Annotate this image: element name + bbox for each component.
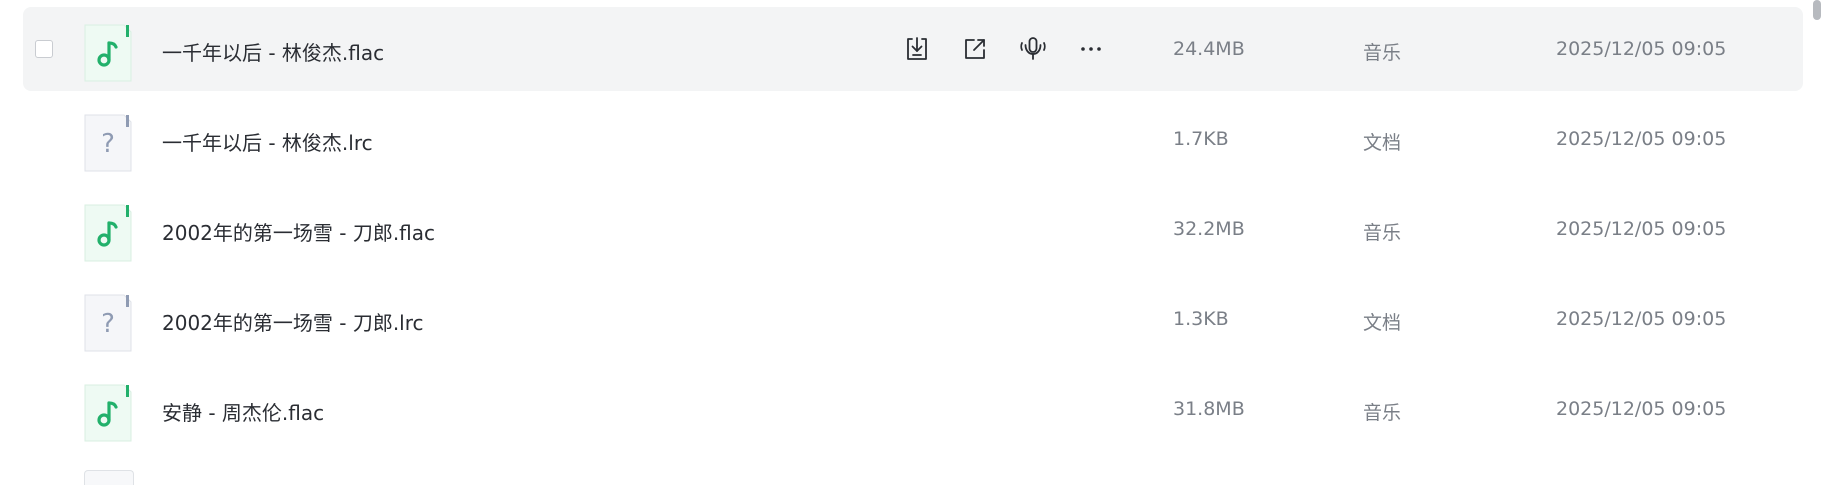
file-list: 一千年以后 - 林俊杰.flac 24.4MB 音乐 2025/12/05 09… xyxy=(0,0,1823,485)
file-row[interactable]: 安静 - 周杰伦.flac 31.8MB 音乐 2025/12/05 09:05 xyxy=(23,367,1803,451)
file-date: 2025/12/05 09:05 xyxy=(1556,398,1727,420)
unknown-file-icon: ? xyxy=(84,114,132,172)
more-icon[interactable] xyxy=(1077,35,1105,63)
music-file-icon xyxy=(84,24,132,82)
voice-icon[interactable] xyxy=(1019,35,1047,63)
file-date: 2025/12/05 09:05 xyxy=(1556,308,1727,330)
file-date: 2025/12/05 09:05 xyxy=(1556,38,1727,60)
file-size: 1.7KB xyxy=(1173,128,1229,150)
download-icon[interactable] xyxy=(903,35,931,63)
file-name[interactable]: 2002年的第一场雪 - 刀郎.lrc xyxy=(162,307,424,336)
file-size: 32.2MB xyxy=(1173,218,1245,240)
svg-text:?: ? xyxy=(101,129,115,159)
file-type: 音乐 xyxy=(1363,402,1402,424)
file-row[interactable]: 2002年的第一场雪 - 刀郎.flac 32.2MB 音乐 2025/12/0… xyxy=(23,187,1803,271)
file-date: 2025/12/05 09:05 xyxy=(1556,128,1727,150)
file-row[interactable]: 一千年以后 - 林俊杰.flac 24.4MB 音乐 2025/12/05 09… xyxy=(23,7,1803,91)
unknown-file-icon: ? xyxy=(84,294,132,352)
svg-text:?: ? xyxy=(101,309,115,339)
file-date: 2025/12/05 09:05 xyxy=(1556,218,1727,240)
file-name[interactable]: 安静 - 周杰伦.flac xyxy=(162,397,324,426)
file-size: 31.8MB xyxy=(1173,398,1245,420)
row-checkbox[interactable] xyxy=(35,40,53,58)
file-name[interactable]: 2002年的第一场雪 - 刀郎.flac xyxy=(162,217,435,246)
music-file-icon xyxy=(84,204,132,262)
file-name[interactable]: 一千年以后 - 林俊杰.lrc xyxy=(162,127,373,156)
file-type: 音乐 xyxy=(1363,222,1402,244)
file-row[interactable]: ? 2002年的第一场雪 - 刀郎.lrc 1.3KB 文档 2025/12/0… xyxy=(23,277,1803,361)
file-type: 音乐 xyxy=(1363,42,1402,64)
file-size: 24.4MB xyxy=(1173,38,1245,60)
music-file-icon xyxy=(84,384,132,442)
file-row[interactable]: ? 一千年以后 - 林俊杰.lrc 1.7KB 文档 2025/12/05 09… xyxy=(23,97,1803,181)
file-size: 1.3KB xyxy=(1173,308,1229,330)
share-icon[interactable] xyxy=(961,35,989,63)
file-icon-partial xyxy=(84,470,134,485)
scrollbar[interactable] xyxy=(1813,0,1821,20)
file-type: 文档 xyxy=(1363,132,1402,154)
file-type: 文档 xyxy=(1363,312,1402,334)
file-name[interactable]: 一千年以后 - 林俊杰.flac xyxy=(162,37,384,66)
